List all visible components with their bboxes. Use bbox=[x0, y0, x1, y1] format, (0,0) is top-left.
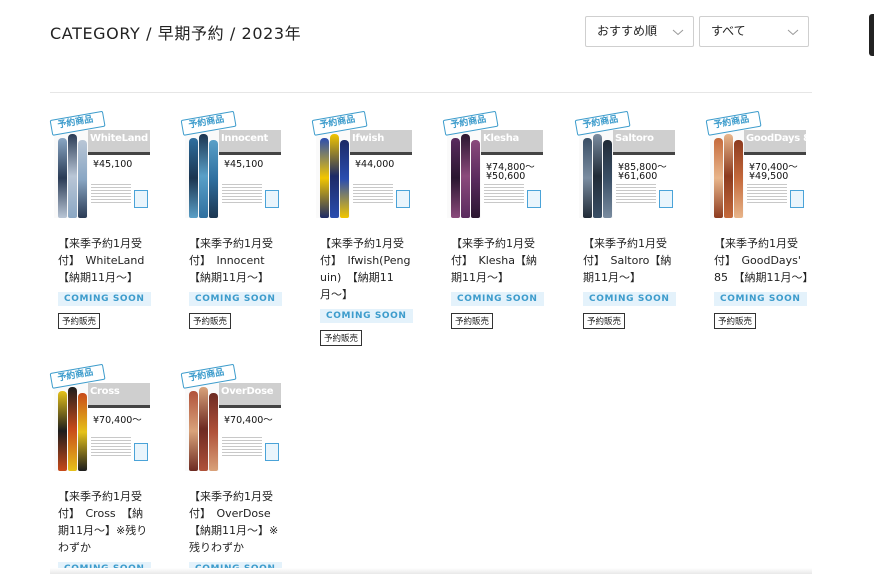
ski-illustration bbox=[318, 134, 350, 218]
product-thumbnail[interactable]: Innocent ¥45,100 予約商品 bbox=[180, 110, 293, 221]
product-image: Saltoro ¥85,800〜 ¥61,600 bbox=[579, 130, 675, 218]
product-title[interactable]: 【来季予約1月受付】 GoodDays' 85 【納期11月〜】 bbox=[706, 235, 814, 286]
product-image: GoodDays 85 ¥70,400〜 ¥49,500 bbox=[710, 130, 806, 218]
ski-illustration bbox=[449, 134, 481, 218]
filter-select[interactable]: すべて bbox=[699, 16, 809, 47]
coming-soon-tag: COMING SOON bbox=[189, 292, 282, 306]
stamp-icon bbox=[265, 443, 279, 461]
stamp-icon bbox=[527, 190, 541, 208]
presale-tag: 予約販売 bbox=[451, 313, 494, 329]
product-card[interactable]: WhiteLand ¥45,100 予約商品 【来季予約1月受付】 WhiteL… bbox=[49, 110, 162, 329]
product-card[interactable]: Saltoro ¥85,800〜 ¥61,600 予約商品 【来季予約1月受付】… bbox=[574, 110, 687, 329]
product-image-name: Klesha bbox=[483, 133, 519, 144]
product-card[interactable]: Cross ¥70,400〜 予約商品 【来季予約1月受付】 Cross 【納期… bbox=[49, 363, 162, 574]
product-title[interactable]: 【来季予約1月受付】 Klesha【納期11月〜】 bbox=[443, 235, 547, 286]
sort-select[interactable]: おすすめ順 bbox=[585, 16, 694, 47]
stamp-icon bbox=[134, 443, 148, 461]
presale-tag: 予約販売 bbox=[189, 313, 232, 329]
product-spec-sheet: OverDose ¥70,400〜 bbox=[219, 383, 281, 471]
product-image-price: ¥45,100 bbox=[224, 159, 264, 170]
header-divider bbox=[50, 92, 812, 93]
sort-select-value: おすすめ順 bbox=[597, 24, 658, 38]
coming-soon-tag: COMING SOON bbox=[583, 292, 676, 306]
product-image-name: Cross bbox=[90, 386, 120, 397]
coming-soon-tag: COMING SOON bbox=[58, 292, 151, 306]
product-image-name: Ifwish bbox=[352, 133, 385, 144]
bottom-fade bbox=[50, 568, 812, 574]
product-image: Innocent ¥45,100 bbox=[185, 130, 281, 218]
product-spec-sheet: Saltoro ¥85,800〜 ¥61,600 bbox=[613, 130, 675, 218]
product-image-name: GoodDays 85 bbox=[746, 133, 806, 144]
product-spec-sheet: GoodDays 85 ¥70,400〜 ¥49,500 bbox=[744, 130, 806, 218]
product-spec-sheet: Innocent ¥45,100 bbox=[219, 130, 281, 218]
product-image-name: OverDose bbox=[221, 386, 274, 397]
product-thumbnail[interactable]: Cross ¥70,400〜 予約商品 bbox=[49, 363, 162, 474]
product-image-price-2: ¥50,600 bbox=[486, 171, 526, 182]
product-image-price: ¥44,000 bbox=[355, 159, 395, 170]
ski-illustration bbox=[56, 387, 88, 471]
product-thumbnail[interactable]: Ifwish ¥44,000 予約商品 bbox=[311, 110, 424, 221]
product-spec-sheet: Cross ¥70,400〜 bbox=[88, 383, 150, 471]
coming-soon-tag: COMING SOON bbox=[320, 309, 413, 323]
product-title[interactable]: 【来季予約1月受付】 Saltoro【納期11月〜】 bbox=[575, 235, 679, 286]
product-title[interactable]: 【来季予約1月受付】 WhiteLand【納期11月〜】 bbox=[50, 235, 154, 286]
product-card[interactable]: Ifwish ¥44,000 予約商品 【来季予約1月受付】 Ifwish(Pe… bbox=[311, 110, 424, 346]
product-image: Klesha ¥74,800〜 ¥50,600 bbox=[447, 130, 543, 218]
product-thumbnail[interactable]: GoodDays 85 ¥70,400〜 ¥49,500 予約商品 bbox=[705, 110, 818, 221]
side-menu-tab[interactable] bbox=[869, 14, 874, 56]
page-title: CATEGORY / 早期予約 / 2023年 bbox=[50, 24, 302, 43]
product-image-price: ¥70,400〜 bbox=[224, 415, 273, 426]
product-spec-sheet: WhiteLand ¥45,100 bbox=[88, 130, 150, 218]
presale-tag: 予約販売 bbox=[714, 313, 757, 329]
product-title[interactable]: 【来季予約1月受付】 Innocent【納期11月〜】 bbox=[181, 235, 285, 286]
ski-illustration bbox=[187, 387, 219, 471]
product-image: Ifwish ¥44,000 bbox=[316, 130, 412, 218]
ski-illustration bbox=[187, 134, 219, 218]
product-card[interactable]: OverDose ¥70,400〜 予約商品 【来季予約1月受付】 OverDo… bbox=[180, 363, 293, 574]
product-image-price-2: ¥49,500 bbox=[749, 171, 789, 182]
ski-illustration bbox=[712, 134, 744, 218]
product-image-price: ¥45,100 bbox=[93, 159, 133, 170]
stamp-icon bbox=[134, 190, 148, 208]
presale-tag: 予約販売 bbox=[320, 330, 363, 346]
product-card[interactable]: Innocent ¥45,100 予約商品 【来季予約1月受付】 Innocen… bbox=[180, 110, 293, 329]
product-image-price: ¥70,400〜 bbox=[93, 415, 142, 426]
product-image: Cross ¥70,400〜 bbox=[54, 383, 150, 471]
ski-illustration bbox=[56, 134, 88, 218]
presale-tag: 予約販売 bbox=[583, 313, 626, 329]
coming-soon-tag: COMING SOON bbox=[714, 292, 807, 306]
product-image-name: Innocent bbox=[221, 133, 269, 144]
chevron-down-icon bbox=[672, 29, 684, 36]
product-card[interactable]: Klesha ¥74,800〜 ¥50,600 予約商品 【来季予約1月受付】 … bbox=[442, 110, 555, 329]
coming-soon-tag: COMING SOON bbox=[451, 292, 544, 306]
product-thumbnail[interactable]: Klesha ¥74,800〜 ¥50,600 予約商品 bbox=[442, 110, 555, 221]
stamp-icon bbox=[790, 190, 804, 208]
product-image-name: WhiteLand bbox=[90, 133, 148, 144]
stamp-icon bbox=[265, 190, 279, 208]
ski-illustration bbox=[581, 134, 613, 218]
product-card[interactable]: GoodDays 85 ¥70,400〜 ¥49,500 予約商品 【来季予約1… bbox=[705, 110, 818, 329]
product-thumbnail[interactable]: WhiteLand ¥45,100 予約商品 bbox=[49, 110, 162, 221]
product-spec-sheet: Klesha ¥74,800〜 ¥50,600 bbox=[481, 130, 543, 218]
product-title[interactable]: 【来季予約1月受付】 Cross 【納期11月〜】※残りわずか bbox=[50, 488, 154, 556]
product-image: WhiteLand ¥45,100 bbox=[54, 130, 150, 218]
chevron-down-icon bbox=[787, 29, 799, 36]
filter-select-value: すべて bbox=[711, 24, 746, 38]
product-title[interactable]: 【来季予約1月受付】 OverDose【納期11月〜】※残りわずか bbox=[181, 488, 285, 556]
stamp-icon bbox=[396, 190, 410, 208]
product-title[interactable]: 【来季予約1月受付】 Ifwish(Penguin) 【納期11月〜】 bbox=[312, 235, 416, 303]
product-image: OverDose ¥70,400〜 bbox=[185, 383, 281, 471]
product-spec-sheet: Ifwish ¥44,000 bbox=[350, 130, 412, 218]
product-image-price-2: ¥61,600 bbox=[618, 171, 658, 182]
stamp-icon bbox=[659, 190, 673, 208]
product-image-name: Saltoro bbox=[615, 133, 654, 144]
presale-tag: 予約販売 bbox=[58, 313, 101, 329]
product-thumbnail[interactable]: Saltoro ¥85,800〜 ¥61,600 予約商品 bbox=[574, 110, 687, 221]
product-thumbnail[interactable]: OverDose ¥70,400〜 予約商品 bbox=[180, 363, 293, 474]
